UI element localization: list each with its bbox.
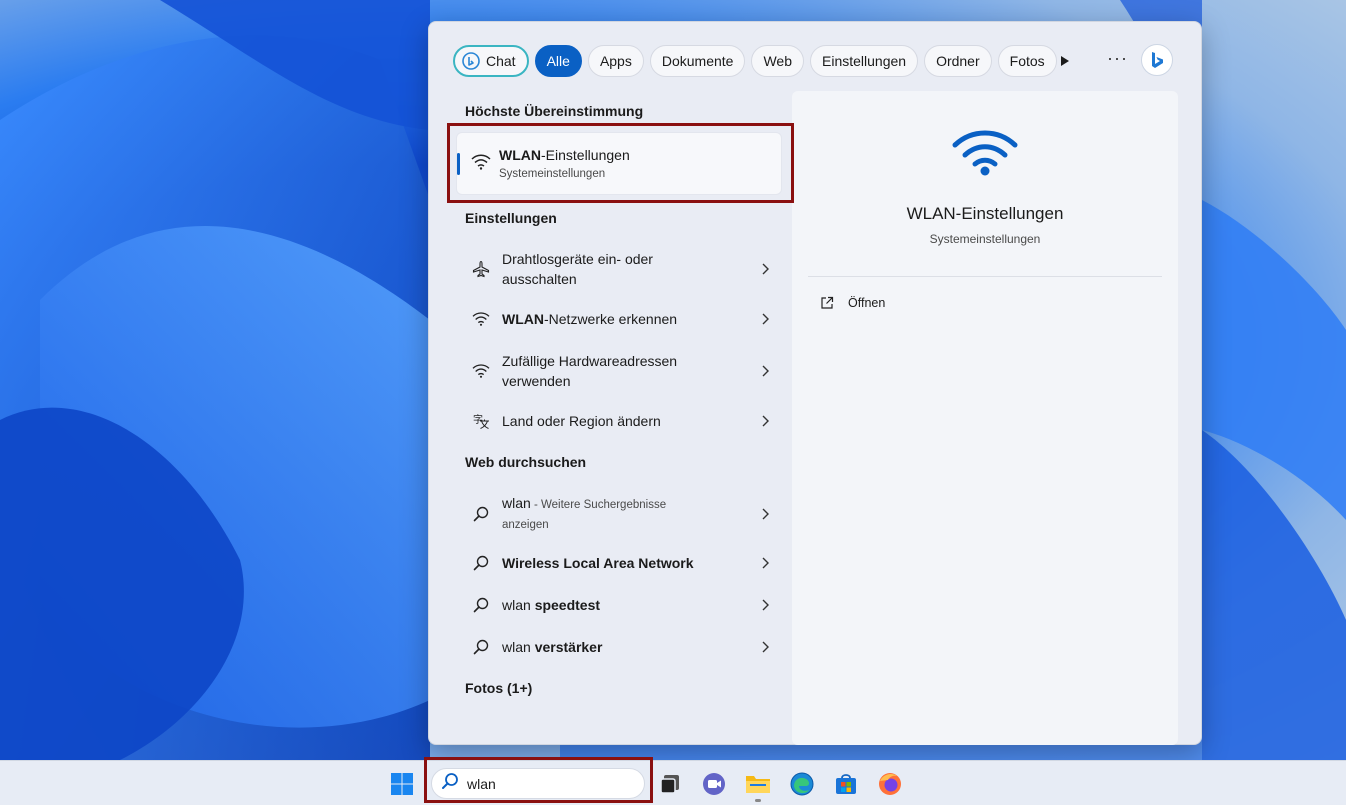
play-arrow-icon[interactable] [1057,52,1073,70]
web-item-wlan[interactable]: wlan - Weitere Suchergebnisse anzeigen [465,492,771,536]
filter-chat-label: Chat [486,53,516,69]
web-item-wlan-repeater[interactable]: wlan verstärker [465,636,771,658]
edge-icon[interactable] [789,771,815,797]
filter-folders-label: Ordner [936,53,980,69]
chevron-right-icon [759,641,771,653]
top-match-title: WLAN-Einstellungen [499,147,630,163]
filter-apps[interactable]: Apps [587,45,644,77]
filter-all-label: Alle [546,53,570,69]
running-indicator [755,799,761,802]
settings-item-line1: Zufällige Hardwareadressen [502,353,678,369]
chevron-right-icon [759,508,771,520]
top-match-wlan-settings[interactable]: WLAN-Einstellungen Systemeinstellungen [456,132,782,195]
store-icon[interactable] [833,771,859,797]
settings-item-label: Land oder Region ändern [502,413,661,429]
chevron-right-icon [759,263,771,275]
filter-all[interactable]: Alle [534,45,582,77]
open-action[interactable]: Öffnen [820,296,885,310]
wifi-icon [469,309,493,329]
web-item-label: wlan - Weitere Suchergebnisse anzeigen [502,493,742,535]
search-panel: Chat Alle Apps Dokumente Web Einstellung… [428,21,1202,745]
top-match-subtitle: Systemeinstellungen [499,168,606,180]
filter-photos-label: Fotos [1009,53,1045,69]
selection-indicator [457,153,460,175]
filter-documents[interactable]: Dokumente [649,45,746,77]
settings-item-detect-networks[interactable]: WLAN-Netzwerke erkennen [465,308,771,330]
settings-item-country-region[interactable]: 字 Land oder Region ändern [465,410,771,432]
search-icon [469,595,493,615]
settings-item-wireless-devices[interactable]: Drahtlosgeräte ein- oder ausschalten [465,247,771,291]
airplane-icon [469,259,493,279]
teams-chat-icon[interactable] [701,771,727,797]
start-icon[interactable] [389,771,415,797]
filter-bar: Chat Alle Apps Dokumente Web Einstellung… [453,45,1063,77]
web-item-bold: speedtest [534,597,601,613]
chevron-right-icon [759,557,771,569]
top-match-title-rest: -Einstellungen [541,147,630,163]
filter-folders[interactable]: Ordner [924,45,992,77]
settings-item-rest: -Netzwerke erkennen [544,311,678,327]
filter-web-label: Web [763,53,792,69]
wifi-icon [469,361,493,381]
web-item-label: wlan speedtest [502,595,742,615]
filter-web[interactable]: Web [751,45,804,77]
filter-documents-label: Dokumente [661,53,734,69]
section-best-match: Höchste Übereinstimmung [465,103,644,119]
taskbar-search-box[interactable] [431,768,645,799]
filter-chat[interactable]: Chat [453,45,529,77]
firefox-icon[interactable] [877,771,903,797]
settings-item-bold: WLAN [502,311,544,327]
chevron-right-icon [759,365,771,377]
preview-title: WLAN-Einstellungen [906,204,1064,223]
settings-item-line1: Drahtlosgeräte ein- oder [502,251,653,267]
filter-photos[interactable]: Fotos [997,45,1057,77]
bing-icon[interactable] [1141,44,1173,76]
settings-item-label: WLAN-Netzwerke erkennen [502,309,742,329]
svg-text:字: 字 [473,413,483,426]
web-item-bold: verstärker [534,639,603,655]
web-item-query: wlan [502,495,531,511]
top-match-title-bold: WLAN [499,147,541,163]
section-web-search: Web durchsuchen [465,454,587,470]
web-item-label: wlan verstärker [502,637,742,657]
web-item-suffix2: anzeigen [502,519,549,531]
filter-settings[interactable]: Einstellungen [810,45,919,77]
chevron-right-icon [759,313,771,325]
settings-item-random-hardware-addresses[interactable]: Zufällige Hardwareadressen verwenden [465,349,771,393]
web-item-wireless-lan[interactable]: Wireless Local Area Network [465,552,771,574]
settings-item-line2: verwenden [502,373,571,389]
search-input[interactable] [467,775,627,792]
settings-item-line2: ausschalten [502,271,577,287]
filter-settings-label: Einstellungen [822,53,907,69]
bing-chat-icon [462,52,480,70]
web-item-label: Wireless Local Area Network [502,555,694,571]
settings-item-label: Drahtlosgeräte ein- oder ausschalten [502,249,742,289]
section-photos[interactable]: Fotos (1+) [465,680,532,696]
open-action-label: Öffnen [848,296,886,310]
section-settings: Einstellungen [465,210,557,226]
file-explorer-icon[interactable] [745,771,771,797]
preview-subtitle: Systemeinstellungen [929,232,1041,246]
chevron-right-icon [759,415,771,427]
divider [808,276,1162,277]
search-icon [441,772,459,795]
wifi-icon [471,153,491,176]
web-item-prefix: wlan [502,639,535,655]
wifi-icon [952,129,1018,182]
web-item-suffix: - Weitere Suchergebnisse [530,499,667,511]
language-icon: 字 [469,411,493,431]
search-icon [469,504,493,524]
task-view-icon[interactable] [657,771,683,797]
more-options-button[interactable]: ··· [1107,48,1128,69]
filter-apps-label: Apps [599,53,632,69]
open-external-icon [820,296,834,310]
chevron-right-icon [759,599,771,611]
web-item-prefix: wlan [502,597,535,613]
preview-pane: WLAN-Einstellungen Systemeinstellungen Ö… [792,91,1178,745]
search-icon [469,553,493,573]
settings-item-label: Zufällige Hardwareadressen verwenden [502,351,742,391]
taskbar [0,760,1346,805]
web-item-wlan-speedtest[interactable]: wlan speedtest [465,594,771,616]
search-icon [469,637,493,657]
